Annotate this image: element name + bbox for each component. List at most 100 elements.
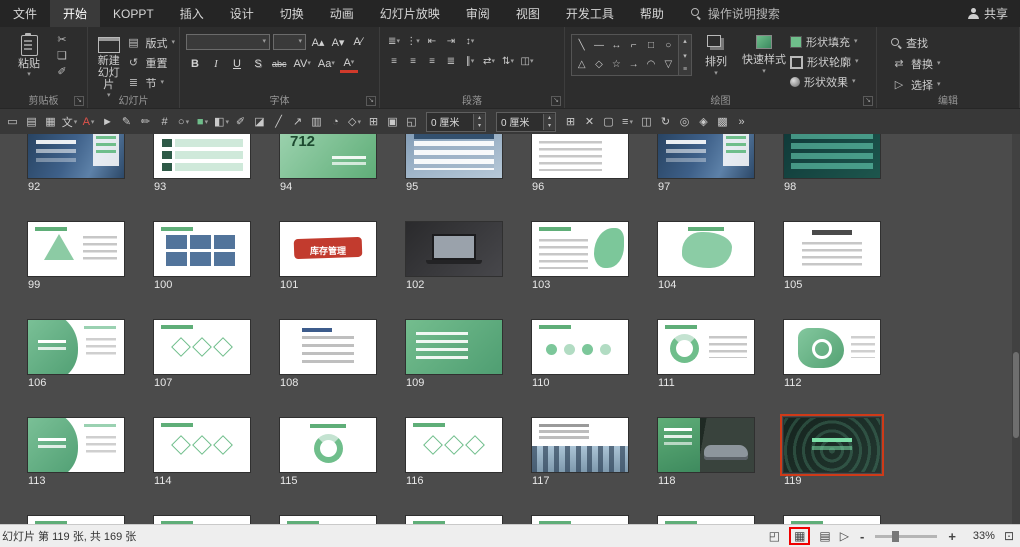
- text-shadow-button[interactable]: S: [249, 57, 267, 72]
- shape-height-spinner[interactable]: 0 厘米 ▴ ▾: [496, 111, 556, 132]
- slide-thumbnail[interactable]: [280, 320, 376, 374]
- zoom-out-button[interactable]: -: [858, 529, 866, 544]
- chart-tool-icon[interactable]: ▥: [308, 112, 325, 132]
- shape-gallery-item[interactable]: □: [648, 40, 654, 51]
- tab-transitions[interactable]: 切换: [267, 0, 317, 27]
- align-text-button[interactable]: ⇅ ▾: [500, 54, 516, 69]
- zoom-slider[interactable]: [875, 530, 938, 542]
- delete-tool-icon[interactable]: ✕: [581, 112, 598, 132]
- new-slide-button[interactable]: 新建幻灯片 ▾: [94, 30, 123, 99]
- group-objects-icon[interactable]: ◫: [638, 112, 655, 132]
- text-direction-button[interactable]: ⇄ ▾: [481, 54, 497, 69]
- strikethrough-button[interactable]: abc: [270, 57, 289, 72]
- slide-thumbnail[interactable]: [28, 222, 124, 276]
- columns-button[interactable]: ∥ ▾: [462, 54, 478, 69]
- align-right-button[interactable]: ≡: [424, 54, 440, 69]
- indent-decrease-button[interactable]: ⇤: [424, 34, 440, 49]
- table-size-icon[interactable]: ⊞: [562, 112, 579, 132]
- italic-button[interactable]: I: [207, 57, 225, 72]
- slide-thumbnail[interactable]: [784, 516, 880, 524]
- shape-gallery-item[interactable]: ☆: [612, 59, 621, 70]
- slide-thumbnail[interactable]: [658, 320, 754, 374]
- select-button[interactable]: ▷ 选择 ▾: [891, 77, 941, 93]
- gallery-up-icon[interactable]: ▴: [683, 37, 687, 45]
- spinner-down-icon[interactable]: ▾: [544, 121, 555, 130]
- rotate-objects-icon[interactable]: ↻: [657, 112, 674, 132]
- font-color-tool-icon[interactable]: A ▾: [80, 112, 97, 132]
- align-center-button[interactable]: ≡: [405, 54, 421, 69]
- tab-developer[interactable]: 开发工具: [553, 0, 627, 27]
- vertical-scrollbar[interactable]: [1012, 134, 1020, 524]
- zoom-in-button[interactable]: +: [946, 529, 958, 544]
- slide-thumbnail[interactable]: [154, 516, 250, 524]
- crop-tool-icon[interactable]: ◱: [403, 112, 420, 132]
- copy-button[interactable]: ❏: [54, 50, 70, 63]
- normal-view-button[interactable]: ◰: [769, 529, 780, 543]
- spinner-arrows[interactable]: ▴ ▾: [473, 113, 485, 130]
- fill-color-swatch-icon[interactable]: ■ ▾: [194, 112, 211, 132]
- slide-thumbnail[interactable]: [658, 134, 754, 178]
- shape-effects-button[interactable]: 形状效果 ▾: [790, 74, 859, 90]
- frame-tool-icon[interactable]: ▢: [600, 112, 617, 132]
- eyedropper-icon[interactable]: ✐: [232, 112, 249, 132]
- shape-gallery-item[interactable]: ◠: [647, 59, 656, 70]
- dialog-launcher-icon[interactable]: ↘: [551, 96, 561, 106]
- slide-thumbnail[interactable]: 712: [280, 134, 376, 178]
- section-button[interactable]: ≣ 节 ▾: [125, 75, 175, 91]
- slide-thumbnail[interactable]: [780, 414, 884, 476]
- align-objects-icon[interactable]: ≡ ▾: [619, 112, 636, 132]
- slide-layout-icon[interactable]: ▤: [23, 112, 40, 132]
- slide-thumbnail[interactable]: [658, 418, 754, 472]
- slide-thumbnail[interactable]: [28, 516, 124, 524]
- gradient-fill-icon[interactable]: ◧ ▾: [213, 112, 230, 132]
- slide-thumbnail[interactable]: [406, 320, 502, 374]
- slide-thumbnail[interactable]: [28, 134, 124, 178]
- dialog-launcher-icon[interactable]: ↘: [863, 96, 873, 106]
- numbering-button[interactable]: ⋮ ▾: [405, 34, 421, 49]
- reset-button[interactable]: ↺ 重置: [125, 55, 175, 71]
- tab-view[interactable]: 视图: [503, 0, 553, 27]
- replace-button[interactable]: ⇄ 替换 ▾: [891, 56, 940, 72]
- gallery-more-icon[interactable]: ≡: [683, 66, 687, 73]
- tab-koppt[interactable]: KOPPT: [100, 0, 167, 27]
- tab-insert[interactable]: 插入: [167, 0, 217, 27]
- slide-thumbnail[interactable]: [532, 222, 628, 276]
- shape-gallery-item[interactable]: ◇: [595, 59, 603, 70]
- shape-outline-button[interactable]: 形状轮廓 ▾: [790, 54, 859, 70]
- shape-gallery-item[interactable]: △: [578, 59, 586, 70]
- tab-slideshow[interactable]: 幻灯片放映: [367, 0, 453, 27]
- slide-thumbnail[interactable]: [154, 320, 250, 374]
- fit-to-window-button[interactable]: ⊡: [1004, 529, 1014, 543]
- find-button[interactable]: 查找: [891, 35, 941, 51]
- format-brush-icon[interactable]: ◪: [251, 112, 268, 132]
- reading-view-button[interactable]: ▤: [819, 529, 830, 543]
- slide-thumbnail[interactable]: 库存管理: [280, 222, 376, 276]
- smartart-button[interactable]: ◫ ▾: [519, 54, 535, 69]
- paste-special-icon[interactable]: ▭: [4, 112, 21, 132]
- slide-thumbnail[interactable]: [406, 516, 502, 524]
- shape-gallery-item[interactable]: —: [594, 40, 604, 51]
- line-tool-icon[interactable]: ╱: [270, 112, 287, 132]
- shape-tool-icon[interactable]: ◇ ▾: [346, 112, 363, 132]
- dialog-launcher-icon[interactable]: ↘: [74, 96, 84, 106]
- character-spacing-button[interactable]: AV ▾: [292, 57, 313, 72]
- paste-button[interactable]: 粘贴 ▾: [6, 30, 52, 78]
- picture-tool-icon[interactable]: ▣: [384, 112, 401, 132]
- slide-thumbnail[interactable]: [532, 134, 628, 178]
- select-arrow-icon[interactable]: ►: [99, 112, 116, 132]
- arrow-tool-icon[interactable]: ↗: [289, 112, 306, 132]
- change-case-button[interactable]: Aa ▾: [316, 57, 337, 72]
- font-color-button[interactable]: A ▾: [339, 55, 358, 73]
- spinner-up-icon[interactable]: ▴: [544, 113, 555, 122]
- bold-button[interactable]: B: [186, 57, 204, 72]
- tab-help[interactable]: 帮助: [627, 0, 677, 27]
- tab-review[interactable]: 审阅: [453, 0, 503, 27]
- table-tool-icon[interactable]: ⊞: [365, 112, 382, 132]
- shape-gallery-scrollbar[interactable]: ▴ ▾ ≡: [679, 34, 692, 76]
- justify-button[interactable]: ≣: [443, 54, 459, 69]
- shape-gallery-item[interactable]: ⌐: [631, 40, 637, 51]
- arrange-button[interactable]: 排列 ▾: [692, 30, 740, 77]
- zoom-tool-icon[interactable]: ◎: [676, 112, 693, 132]
- slide-thumbnail[interactable]: [406, 134, 502, 178]
- cut-button[interactable]: ✂: [54, 34, 70, 47]
